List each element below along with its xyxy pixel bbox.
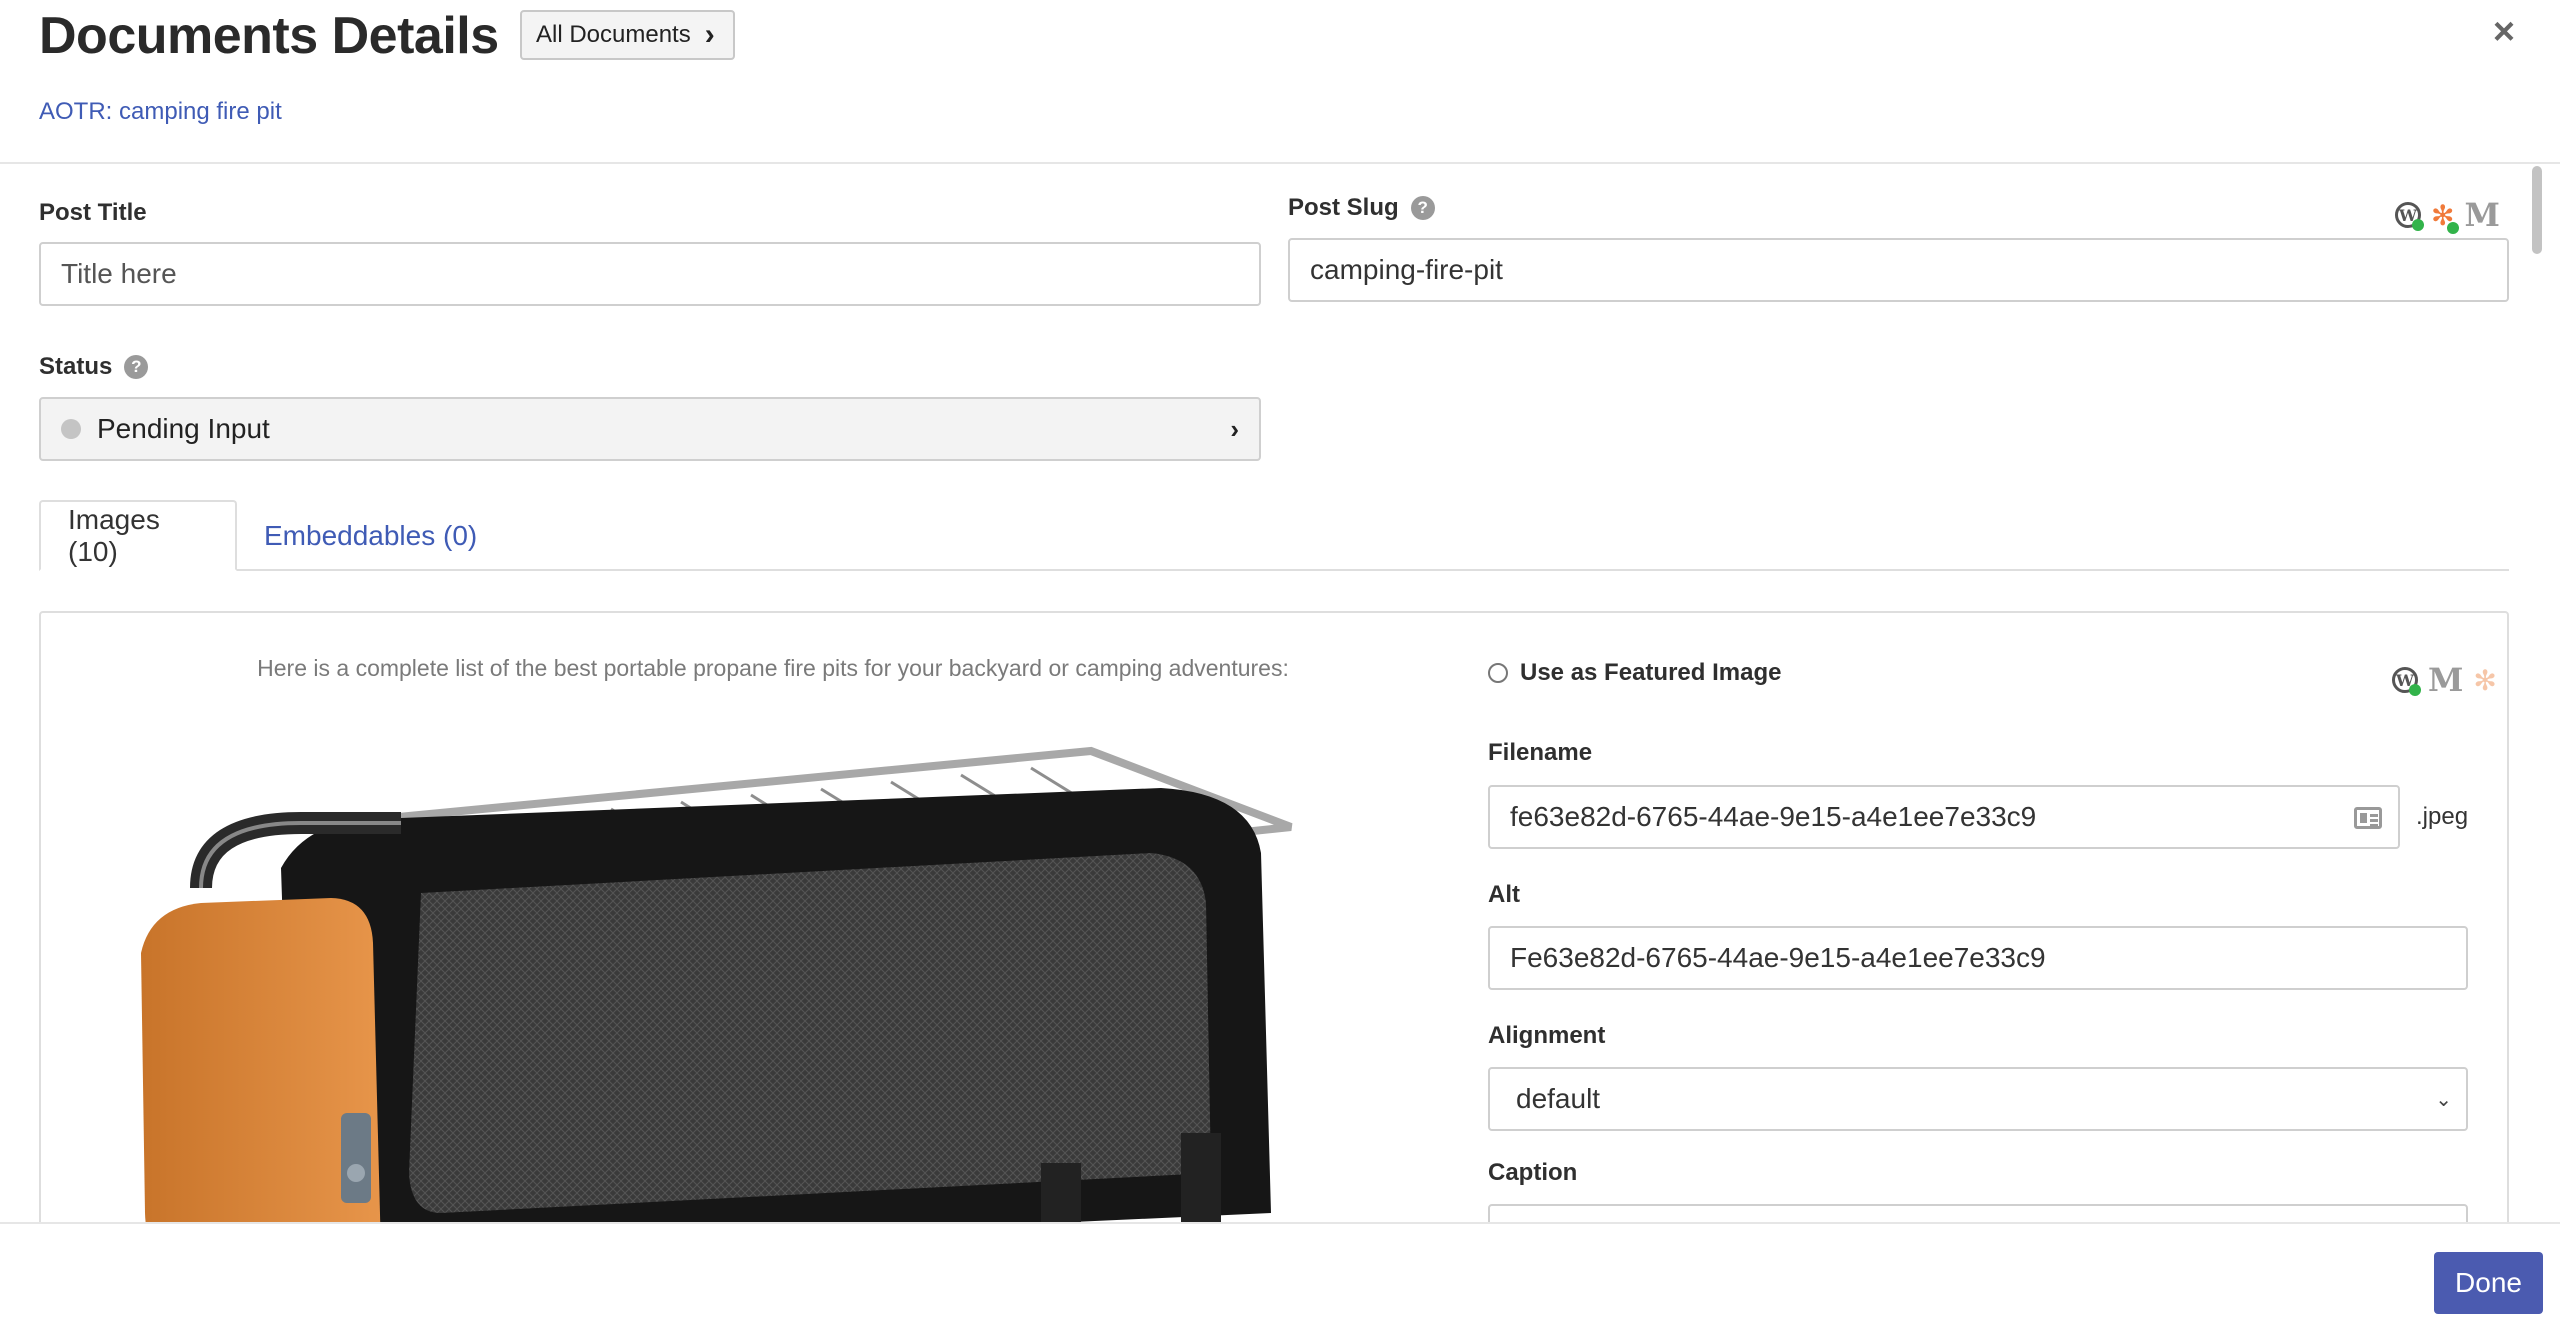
scrollbar[interactable] bbox=[2532, 166, 2542, 254]
modal-footer: Done bbox=[0, 1222, 2560, 1327]
fire-pit-image bbox=[141, 746, 1293, 1222]
help-icon[interactable]: ? bbox=[1410, 196, 1435, 220]
post-title-label-text: Post Title bbox=[39, 199, 147, 226]
file-extension: .jpeg bbox=[2416, 803, 2469, 830]
all-documents-label: All Documents bbox=[536, 21, 691, 48]
wordpress-icon[interactable]: W bbox=[2395, 202, 2424, 231]
caption-input[interactable] bbox=[1488, 1204, 2468, 1222]
status-value: Pending Input bbox=[97, 413, 270, 444]
alt-input[interactable]: Fe63e82d-6765-44ae-9e15-a4e1ee7e33c9 bbox=[1488, 926, 2468, 990]
tab-images[interactable]: Images (10) bbox=[39, 500, 237, 571]
alignment-select[interactable]: default ⌄ bbox=[1488, 1067, 2468, 1131]
page-title: Documents Details bbox=[39, 7, 499, 65]
filename-label: Filename bbox=[1488, 739, 1593, 766]
post-title-placeholder: Title here bbox=[61, 258, 177, 289]
tab-bar: Images (10) Embeddables (0) bbox=[39, 500, 2509, 571]
chevron-down-icon: ⌄ bbox=[2435, 1089, 2452, 1111]
alignment-value: default bbox=[1516, 1083, 1601, 1114]
chevron-right-icon: › bbox=[704, 18, 715, 51]
breadcrumb[interactable]: AOTR: camping fire pit bbox=[39, 98, 282, 126]
image-caption: Here is a complete list of the best port… bbox=[257, 655, 1289, 681]
hubspot-icon[interactable]: ✻ bbox=[2473, 664, 2496, 697]
status-label-text: Status bbox=[39, 353, 113, 380]
chevron-right-icon: › bbox=[1230, 413, 1239, 444]
close-icon[interactable]: × bbox=[2486, 11, 2522, 53]
status-select[interactable]: Pending Input › bbox=[39, 397, 1261, 461]
sync-status-dot bbox=[2447, 221, 2460, 234]
featured-image-radio[interactable] bbox=[1488, 663, 1508, 683]
status-label: Status ? bbox=[39, 353, 149, 381]
help-icon[interactable]: ? bbox=[124, 355, 149, 379]
featured-image-label: Use as Featured Image bbox=[1520, 659, 1782, 686]
modal-header: Documents Details All Documents › × AOTR… bbox=[0, 0, 2560, 164]
all-documents-button[interactable]: All Documents › bbox=[520, 10, 735, 60]
id-card-icon[interactable] bbox=[2354, 807, 2382, 829]
done-button[interactable]: Done bbox=[2434, 1252, 2543, 1314]
featured-image-option[interactable]: Use as Featured Image bbox=[1488, 659, 1781, 687]
post-title-input[interactable]: Title here bbox=[39, 242, 1261, 306]
hubspot-icon[interactable]: ✻ bbox=[2431, 199, 2460, 234]
medium-icon[interactable]: M bbox=[2428, 661, 2463, 699]
alignment-label: Alignment bbox=[1488, 1022, 1606, 1049]
filename-input[interactable]: fe63e82d-6765-44ae-9e15-a4e1ee7e33c9 bbox=[1488, 785, 2400, 849]
post-title-label: Post Title bbox=[39, 199, 147, 227]
alt-label: Alt bbox=[1488, 881, 1520, 908]
alt-value: Fe63e82d-6765-44ae-9e15-a4e1ee7e33c9 bbox=[1510, 942, 2046, 973]
slug-platform-icons: W ✻ M bbox=[2395, 196, 2500, 234]
post-slug-label-text: Post Slug bbox=[1288, 194, 1399, 221]
image-settings: Use as Featured Image W M ✻ Filename fe6… bbox=[1488, 613, 2497, 1222]
post-slug-value: camping-fire-pit bbox=[1310, 254, 1503, 285]
modal-body[interactable]: Post Title Title here Post Slug ? W ✻ M … bbox=[0, 166, 2560, 1222]
status-dot bbox=[61, 419, 81, 439]
image-panel: Here is a complete list of the best port… bbox=[39, 611, 2509, 1222]
post-slug-label: Post Slug ? bbox=[1288, 194, 1435, 222]
post-slug-input[interactable]: camping-fire-pit bbox=[1288, 238, 2509, 302]
filename-value: fe63e82d-6765-44ae-9e15-a4e1ee7e33c9 bbox=[1510, 801, 2037, 832]
image-platform-icons: W M ✻ bbox=[2392, 661, 2497, 699]
tab-embeddables[interactable]: Embeddables (0) bbox=[237, 500, 504, 571]
wordpress-icon[interactable]: W bbox=[2392, 667, 2421, 696]
caption-label: Caption bbox=[1488, 1159, 1578, 1186]
medium-icon[interactable]: M bbox=[2464, 196, 2499, 234]
